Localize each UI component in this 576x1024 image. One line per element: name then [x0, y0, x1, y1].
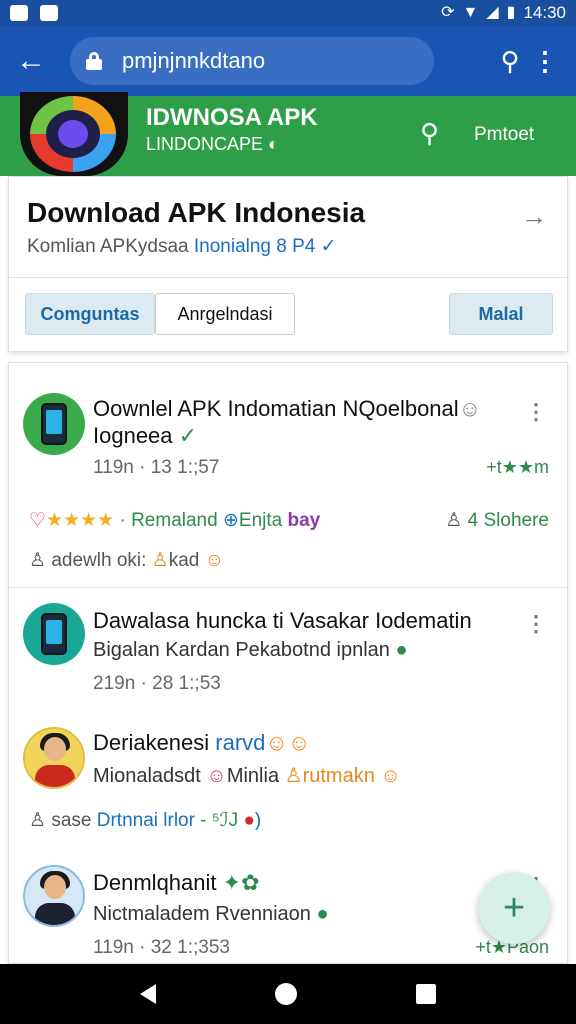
post-subtitle: Nictmaladem Rvenniaon ●: [93, 903, 329, 925]
post-reactions: ♙ sase Drtnnai lrlor - ⁵ℐJ ●): [29, 810, 262, 831]
site-header-button[interactable]: Pmtoet: [474, 124, 534, 146]
thumbs-up-icon[interactable]: ♙: [29, 810, 46, 831]
chip-comguntas[interactable]: Comguntas: [25, 293, 155, 335]
like-icon[interactable]: ♡: [29, 510, 46, 531]
wifi-icon: ▼: [462, 4, 479, 21]
lock-icon: [86, 52, 102, 70]
chat-bubble-icon: ●: [395, 639, 408, 661]
post-title: Oownlel APK Indomatian NQoelbonal☺ Iogne…: [93, 396, 482, 448]
chat-bubble-icon: ●: [316, 903, 329, 925]
site-search-icon[interactable]: ⚲: [420, 118, 439, 149]
nav-home-icon[interactable]: [274, 983, 297, 1005]
signal-icon: ◢: [486, 4, 499, 21]
site-header: IDWNOSA APK LINDONCAPE ◐ ⚲ Pmtoet: [0, 92, 576, 176]
user-avatar: [23, 727, 85, 789]
post-subtitle: Mionaladsdt ☺Minlia ♙rutmakn ☺: [93, 765, 401, 787]
post-rating: +t★★m: [486, 457, 549, 477]
post-time: 219n · 28 1:;53: [93, 673, 221, 694]
thumbs-up-icon: ♙: [445, 510, 463, 531]
divider: [9, 277, 567, 278]
emoji-icon: ☺: [458, 396, 482, 421]
more-options-icon[interactable]: ⋮: [525, 613, 547, 635]
post-meta: ♡★★★★ · Remaland ⊕Enjta bay: [29, 510, 321, 531]
address-bar[interactable]: pmjnjnnkdtano: [70, 37, 434, 85]
back-arrow-icon[interactable]: ←: [16, 46, 56, 76]
site-title: IDWNOSA APK: [146, 104, 318, 131]
site-subtitle: LINDONCAPE ◐: [146, 134, 279, 154]
search-icon[interactable]: ⚲: [490, 46, 530, 77]
divider: [9, 587, 567, 588]
user-avatar: [23, 865, 85, 927]
verified-icon: ✓: [178, 423, 198, 448]
hero-subtitle: Komlian APKydsaa Inonialng 8 P4 ✓: [27, 236, 337, 257]
url-text: pmjnjnnkdtano: [122, 48, 266, 73]
thumbs-up-icon: ♙: [151, 550, 169, 571]
plus-icon: +: [502, 886, 526, 929]
battery-icon: ▮: [506, 4, 516, 21]
thumbs-up-icon: ♙: [284, 765, 303, 787]
more-options-icon[interactable]: ⋮: [525, 401, 547, 423]
emoji-icon: ☺☺: [265, 730, 311, 755]
chip-anrgelndasi[interactable]: Anrgelndasi: [155, 293, 295, 335]
post-feed: Oownlel APK Indomatian NQoelbonal☺ Iogne…: [8, 362, 568, 964]
post-time: 119n · 13 1:;57: [93, 457, 220, 478]
half-circle-icon: ◐: [268, 134, 279, 154]
gallery-notification-icon: [10, 5, 28, 21]
emoji-icon: ☺: [380, 765, 401, 787]
post-title: Deriakenesi rarvd☺☺: [93, 730, 311, 755]
hero-card: Download APK Indonesia Komlian APKydsaa …: [8, 176, 568, 352]
badge-icon: ✦✿: [222, 870, 260, 895]
nav-back-icon[interactable]: [139, 984, 156, 1004]
post-title: Dawalasa huncka ti Vasakar Iodematin: [93, 608, 472, 633]
post-share[interactable]: ♙ 4 Slohere: [445, 509, 549, 532]
app-avatar: [23, 603, 85, 665]
arrow-right-icon[interactable]: →: [521, 201, 547, 232]
chat-icon: ⊕: [222, 510, 239, 531]
sync-icon: ⟳: [441, 4, 455, 21]
post-reactions: ♙ adewlh oki: ♙kad ☺: [29, 550, 225, 571]
image-notification-icon: [40, 5, 58, 21]
hero-title: Download APK Indonesia: [27, 197, 366, 228]
status-bar: ⟳ ▼ ◢ ▮ 14:30: [0, 0, 576, 26]
app-avatar: [23, 393, 85, 455]
site-logo[interactable]: [20, 92, 128, 176]
add-fab-button[interactable]: +: [478, 872, 550, 944]
nav-recents-icon[interactable]: [416, 984, 437, 1004]
hero-subtitle-link[interactable]: Inonialng 8 P4: [194, 236, 316, 257]
post-title: Denmlqhanit ✦✿: [93, 870, 260, 895]
post-subtitle: Bigalan Kardan Pekabotnd ipnlan ●: [93, 639, 408, 661]
check-icon: ✓: [320, 236, 337, 257]
chip-malal[interactable]: Malal: [449, 293, 553, 335]
post-time: 119n · 32 1:;353: [93, 937, 230, 958]
emoji-icon: ●: [243, 810, 255, 831]
more-options-icon[interactable]: ⋮: [530, 46, 560, 77]
emoji-icon: ☺: [206, 765, 227, 787]
status-time: 14:30: [523, 3, 566, 22]
emoji-icon: ☺: [204, 550, 225, 571]
thumbs-up-icon[interactable]: ♙: [29, 550, 46, 571]
system-nav-bar: [0, 964, 576, 1024]
browser-toolbar: ← pmjnjnnkdtano ⚲ ⋮: [0, 26, 576, 96]
